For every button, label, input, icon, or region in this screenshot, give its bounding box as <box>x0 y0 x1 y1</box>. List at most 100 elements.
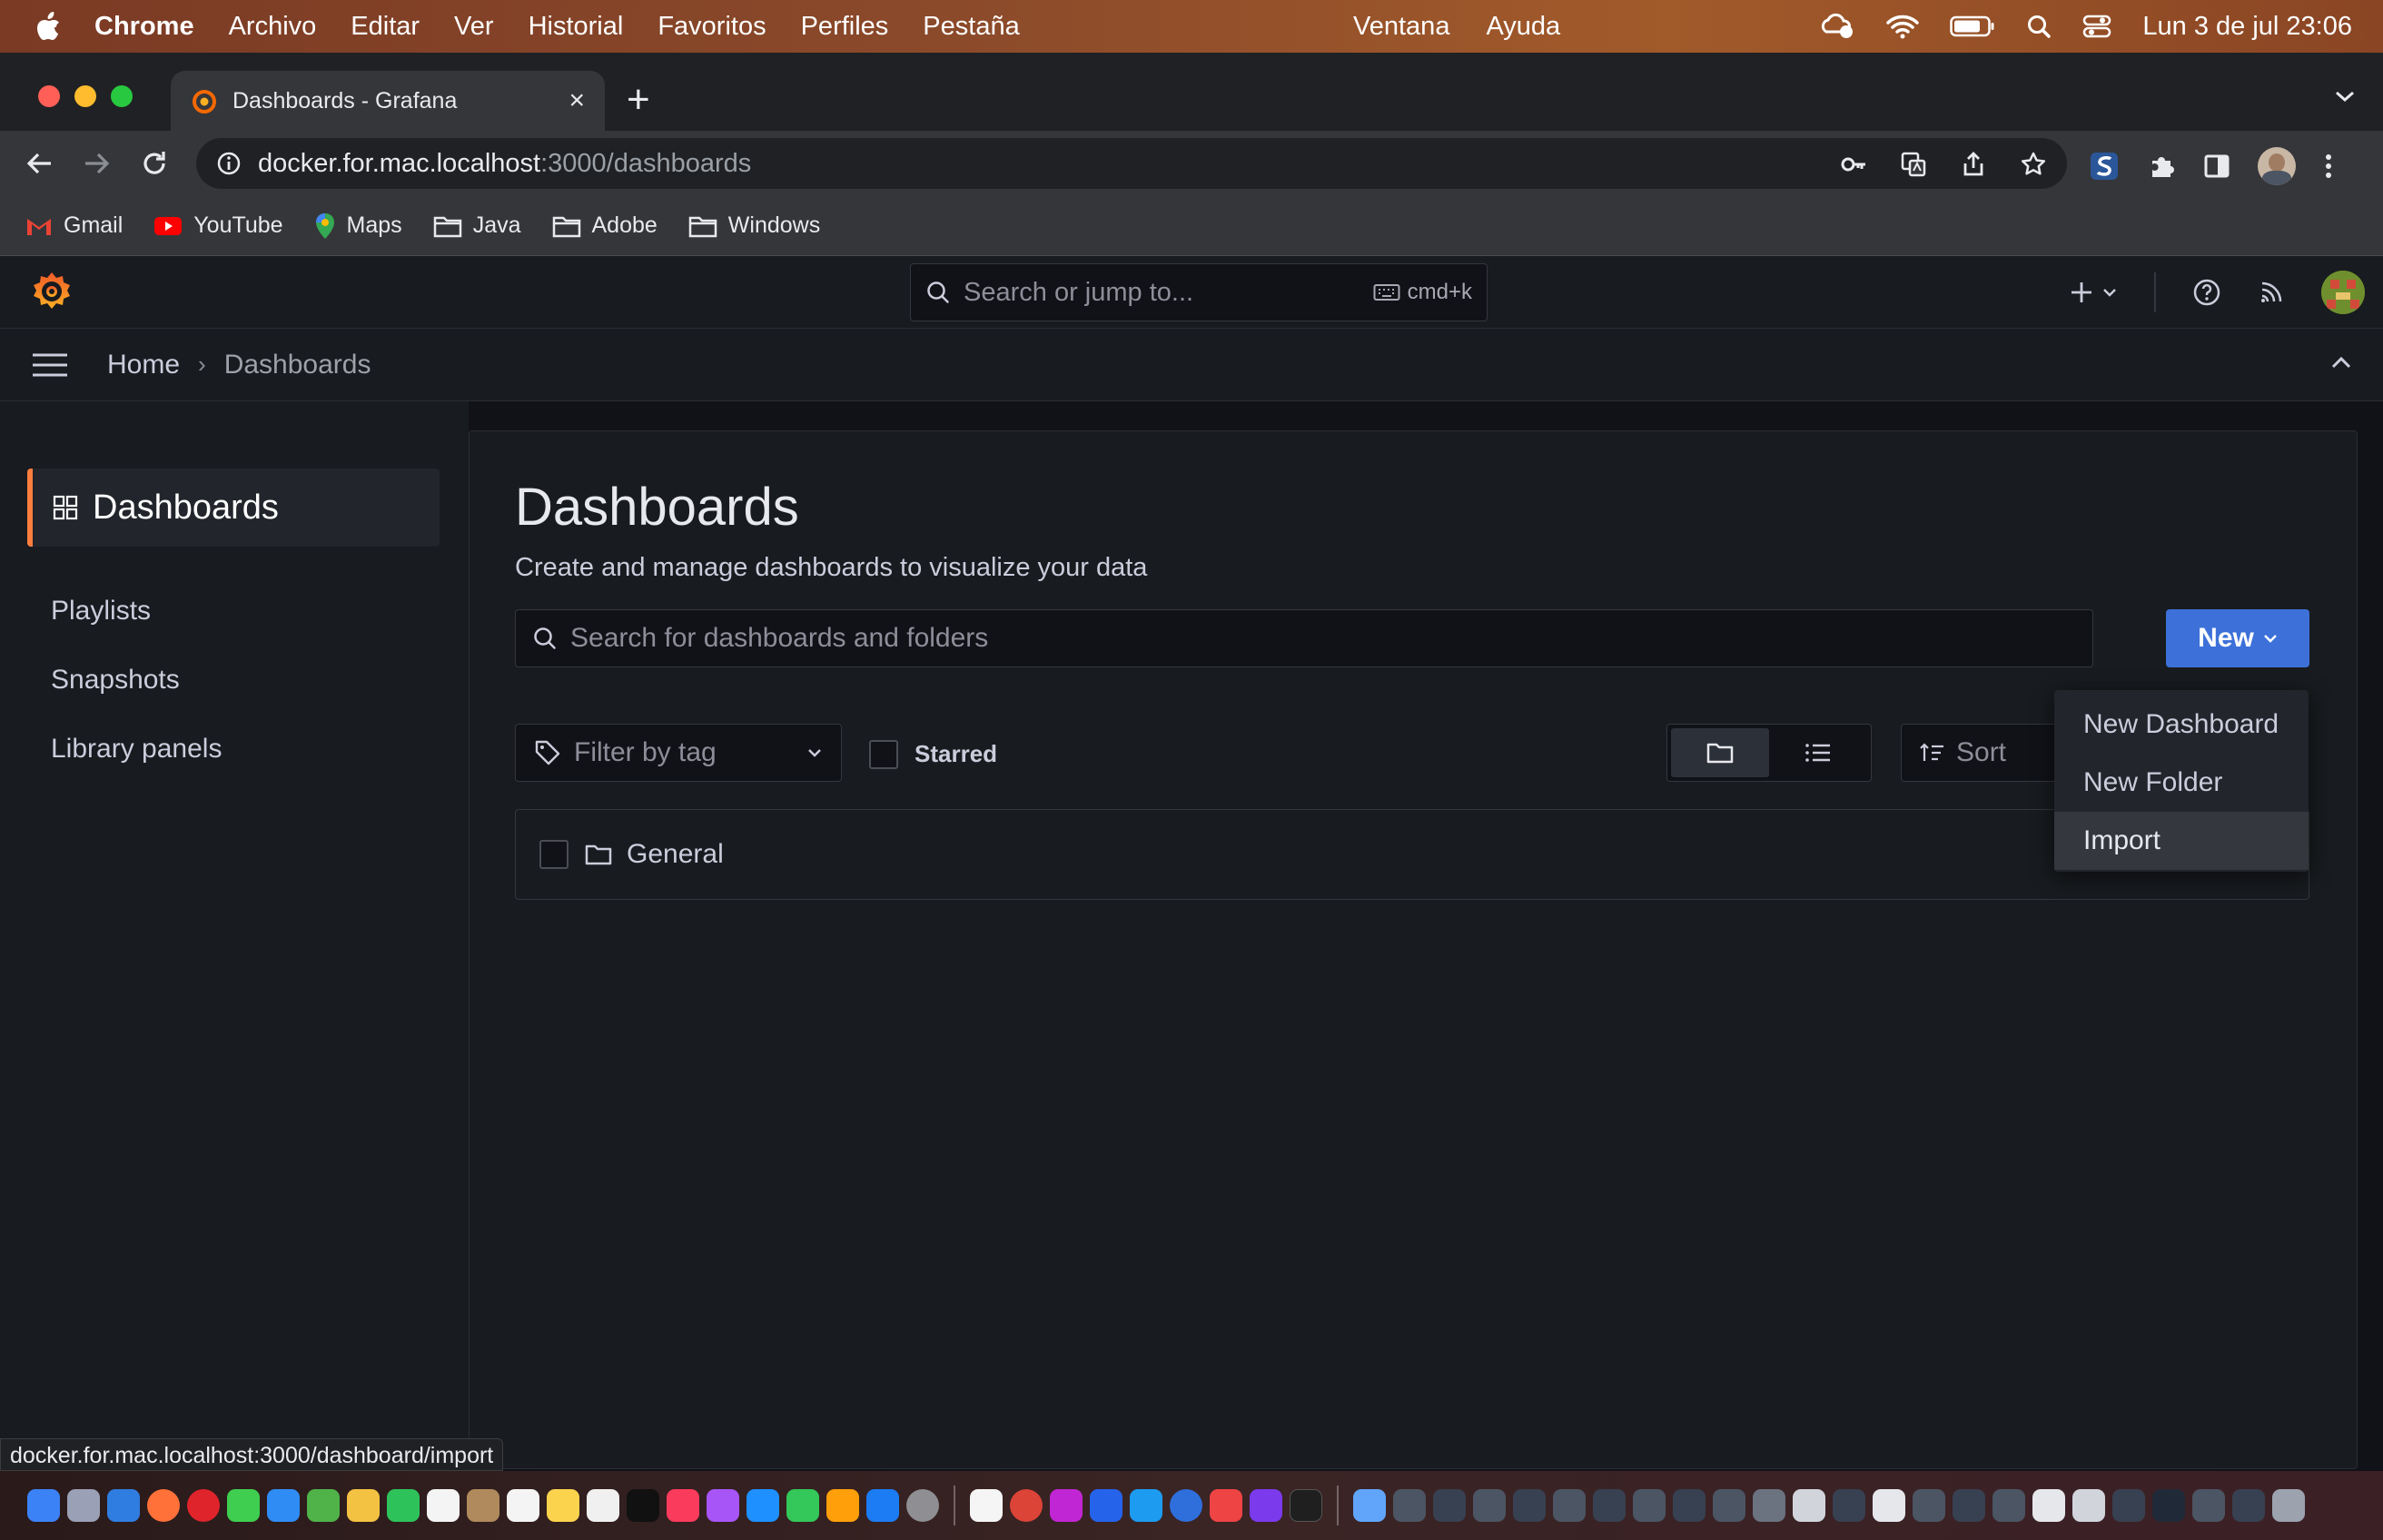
close-window-button[interactable] <box>38 85 60 107</box>
dock-textedit-icon[interactable] <box>970 1489 1003 1522</box>
dock-app-icon[interactable] <box>1210 1489 1242 1522</box>
dock-minimized-window-icon[interactable] <box>2072 1489 2105 1522</box>
dock-minimized-window-icon[interactable] <box>1953 1489 1985 1522</box>
add-new-menu[interactable] <box>2069 280 2118 305</box>
menu-pestana[interactable]: Pestaña <box>923 12 1019 42</box>
dock-minimized-window-icon[interactable] <box>1593 1489 1626 1522</box>
folder-row-general[interactable]: General <box>515 809 2309 900</box>
dashboard-search-input[interactable]: Search for dashboards and folders <box>515 609 2093 667</box>
dock-facetime-icon[interactable] <box>387 1489 420 1522</box>
translate-icon[interactable] <box>1900 151 1927 178</box>
dock-podcasts-icon[interactable] <box>707 1489 739 1522</box>
dock-tv-icon[interactable] <box>627 1489 659 1522</box>
sidenav-item-dashboards[interactable]: Dashboards <box>27 469 440 547</box>
dock-app-icon[interactable] <box>1170 1489 1202 1522</box>
password-key-icon[interactable] <box>1840 151 1867 178</box>
dock-app-icon[interactable] <box>1090 1489 1122 1522</box>
breadcrumb-current[interactable]: Dashboards <box>224 350 371 380</box>
sidenav-item-library-panels[interactable]: Library panels <box>51 734 222 765</box>
dock-minimized-window-icon[interactable] <box>1793 1489 1825 1522</box>
folder-checkbox[interactable] <box>539 840 569 869</box>
menu-historial[interactable]: Historial <box>529 12 624 42</box>
dock-chrome-icon[interactable] <box>1010 1489 1043 1522</box>
dock-contacts-icon[interactable] <box>467 1489 499 1522</box>
minimize-window-button[interactable] <box>74 85 96 107</box>
dock-safari-icon[interactable] <box>107 1489 140 1522</box>
dock-minimized-window-icon[interactable] <box>1753 1489 1785 1522</box>
dock-keynote-icon[interactable] <box>747 1489 779 1522</box>
dock-minimized-window-icon[interactable] <box>2192 1489 2225 1522</box>
forward-arrow-icon[interactable] <box>82 149 111 178</box>
focus-status-icon[interactable] <box>1819 12 1855 41</box>
bookmark-youtube[interactable]: YouTube <box>153 212 283 239</box>
menu-favoritos[interactable]: Favoritos <box>658 12 766 42</box>
dock-minimized-window-icon[interactable] <box>1633 1489 1666 1522</box>
dock-minimized-window-icon[interactable] <box>1433 1489 1466 1522</box>
dock-minimized-window-icon[interactable] <box>1992 1489 2025 1522</box>
new-button[interactable]: New <box>2166 609 2309 667</box>
menu-item-new-folder[interactable]: New Folder <box>2054 754 2309 812</box>
dock-minimized-window-icon[interactable] <box>2152 1489 2185 1522</box>
filter-by-tag-select[interactable]: Filter by tag <box>515 724 842 782</box>
dock-calendar-icon[interactable] <box>427 1489 460 1522</box>
dock-minimized-window-icon[interactable] <box>1913 1489 1945 1522</box>
dock-finder-icon[interactable] <box>27 1489 60 1522</box>
menu-item-import[interactable]: Import <box>2054 812 2309 870</box>
dock-downloads-folder-icon[interactable] <box>1353 1489 1386 1522</box>
control-center-icon[interactable] <box>2082 14 2111 39</box>
dock-mail-icon[interactable] <box>267 1489 300 1522</box>
dock-app-store-icon[interactable] <box>866 1489 899 1522</box>
folder-view-option[interactable] <box>1671 728 1769 777</box>
starred-checkbox[interactable] <box>869 740 898 769</box>
dock-flower-app-icon[interactable] <box>1050 1489 1083 1522</box>
menu-archivo[interactable]: Archivo <box>229 12 317 42</box>
dock-minimized-window-icon[interactable] <box>1553 1489 1586 1522</box>
dock-messages-icon[interactable] <box>227 1489 260 1522</box>
dock-maps-icon[interactable] <box>307 1489 340 1522</box>
dock-docker-icon[interactable] <box>1130 1489 1162 1522</box>
dock-minimized-window-icon[interactable] <box>1473 1489 1506 1522</box>
bookmark-star-icon[interactable] <box>2020 151 2047 178</box>
grafana-logo-icon[interactable] <box>29 269 74 314</box>
dock-minimized-window-icon[interactable] <box>1673 1489 1706 1522</box>
menu-hamburger-icon[interactable] <box>31 351 69 379</box>
extensions-puzzle-icon[interactable] <box>2147 152 2176 181</box>
address-bar[interactable]: docker.for.mac.localhost:3000/dashboards <box>196 138 2067 189</box>
dock-minimized-window-icon[interactable] <box>1713 1489 1745 1522</box>
list-view-option[interactable] <box>1769 728 1867 777</box>
dock-minimized-window-icon[interactable] <box>1873 1489 1905 1522</box>
news-rss-icon[interactable] <box>2258 279 2285 306</box>
spotlight-search-icon[interactable] <box>2026 14 2052 39</box>
back-arrow-icon[interactable] <box>25 149 54 178</box>
menu-perfiles[interactable]: Perfiles <box>801 12 889 42</box>
share-icon[interactable] <box>1960 151 1987 178</box>
side-panel-icon[interactable] <box>2203 153 2230 180</box>
dock-settings-icon[interactable] <box>906 1489 939 1522</box>
starred-label[interactable]: Starred <box>915 740 997 768</box>
dock-trash-icon[interactable] <box>2272 1489 2305 1522</box>
menu-item-new-dashboard[interactable]: New Dashboard <box>2054 696 2309 754</box>
close-tab-icon[interactable]: × <box>569 85 585 116</box>
folder-name[interactable]: General <box>627 839 724 870</box>
dock-reminders-icon[interactable] <box>507 1489 539 1522</box>
battery-icon[interactable] <box>1950 15 1995 38</box>
profile-avatar[interactable] <box>2258 147 2296 185</box>
wifi-icon[interactable] <box>1886 14 1920 39</box>
menu-app-name[interactable]: Chrome <box>94 12 194 42</box>
address-url[interactable]: docker.for.mac.localhost:3000/dashboards <box>258 149 751 179</box>
dock-music-icon[interactable] <box>667 1489 699 1522</box>
dock-launchpad-icon[interactable] <box>67 1489 100 1522</box>
dock-opera-icon[interactable] <box>187 1489 220 1522</box>
dock-pages-icon[interactable] <box>826 1489 859 1522</box>
breadcrumb-home[interactable]: Home <box>107 350 180 380</box>
zoom-window-button[interactable] <box>111 85 133 107</box>
sidenav-item-snapshots[interactable]: Snapshots <box>51 665 180 696</box>
dock-minimized-window-icon[interactable] <box>2032 1489 2065 1522</box>
extension-s-icon[interactable] <box>2089 151 2120 182</box>
bookmark-maps[interactable]: Maps <box>314 212 402 240</box>
dock-minimized-window-icon[interactable] <box>2112 1489 2145 1522</box>
site-info-icon[interactable] <box>216 151 242 176</box>
sidenav-item-playlists[interactable]: Playlists <box>51 596 151 627</box>
dock-minimized-window-icon[interactable] <box>1393 1489 1426 1522</box>
dock-minimized-window-icon[interactable] <box>1513 1489 1546 1522</box>
